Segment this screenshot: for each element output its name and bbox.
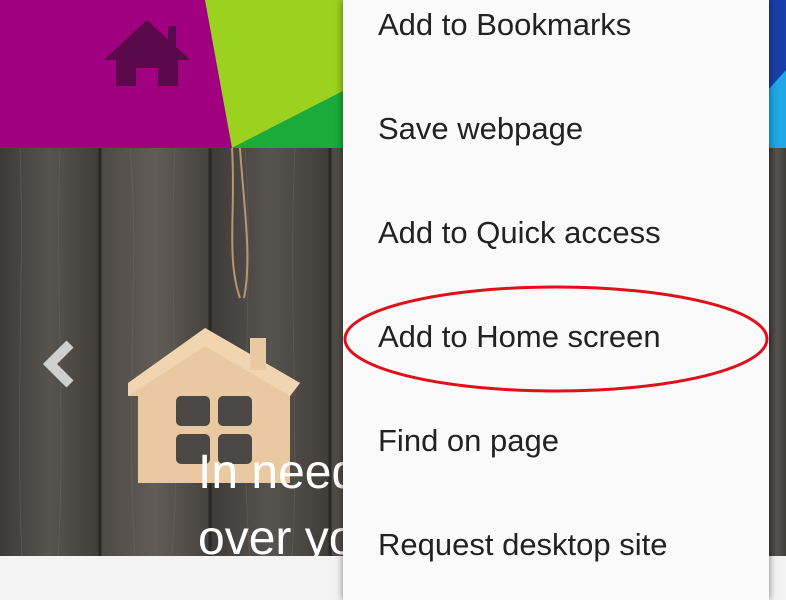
- menu-item-add-to-quick-access[interactable]: Add to Quick access: [343, 181, 769, 285]
- menu-item-save-webpage[interactable]: Save webpage: [343, 77, 769, 181]
- hero-title: In need over yo: [198, 440, 348, 556]
- chevron-left-icon[interactable]: [38, 338, 82, 390]
- menu-item-find-on-page[interactable]: Find on page: [343, 389, 769, 493]
- house-icon[interactable]: [102, 18, 192, 88]
- browser-overflow-menu: Add to Bookmarks Save webpage Add to Qui…: [343, 0, 769, 600]
- menu-item-request-desktop-site[interactable]: Request desktop site: [343, 493, 769, 597]
- hero-title-line-2: over yo: [198, 512, 348, 556]
- menu-list: Add to Bookmarks Save webpage Add to Qui…: [343, 0, 769, 597]
- menu-item-add-to-bookmarks[interactable]: Add to Bookmarks: [343, 0, 769, 77]
- menu-item-add-to-home-screen[interactable]: Add to Home screen: [343, 285, 769, 389]
- hero-title-line-1: In need: [198, 446, 348, 499]
